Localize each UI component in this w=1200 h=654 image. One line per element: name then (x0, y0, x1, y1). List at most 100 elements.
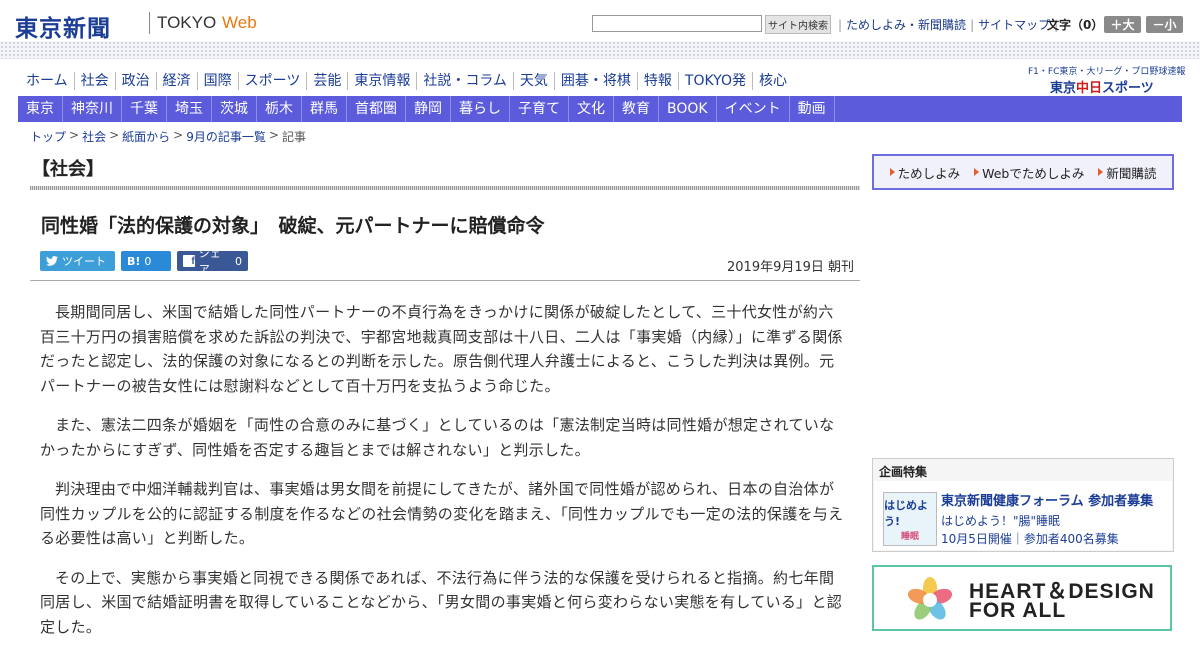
breadcrumb-current: 記事 (281, 130, 306, 144)
regional-nav: 東京 神奈川 千葉 埼玉 茨城 栃木 群馬 首都圏 静岡 暮らし 子育て 文化 … (18, 96, 1182, 122)
breadcrumb-separator: > (109, 128, 120, 142)
hatena-bookmark-button[interactable]: B! 0 (121, 251, 171, 271)
article-paragraph: 判決理由で中畑洋輔裁判官は、事実婚は男女間を前提にしてきたが、諸外国で同性婚が認… (40, 480, 844, 547)
subnav-tokyo[interactable]: 東京 (18, 96, 63, 122)
subnav-events[interactable]: イベント (717, 96, 790, 122)
web-trial-label: Webでためしよみ (982, 165, 1085, 181)
nav-home[interactable]: ホーム (20, 72, 74, 90)
site-search-button[interactable]: サイト内検索 (765, 15, 831, 34)
chunichi-sports-logo[interactable]: 東京中日スポーツ (1050, 77, 1154, 96)
breadcrumb-separator: > (69, 128, 80, 142)
facebook-icon: f (183, 255, 195, 267)
chunichi-sports-tagline[interactable]: F1・FC東京・大リーグ・プロ野球速報 (1028, 64, 1185, 77)
arrow-right-icon (974, 168, 980, 176)
article-paragraph: また、憲法二四条が婚姻を「両性の合意のみに基づく」としているのは「憲法制定当時は… (40, 416, 835, 459)
nav-sports[interactable]: スポーツ (237, 72, 307, 90)
trial-subscribe-link[interactable]: ためしよみ・新聞購読 (846, 16, 966, 33)
facebook-share-button[interactable]: f シェア 0 (177, 247, 248, 276)
subscribe-link[interactable]: 新聞購読 (1098, 163, 1156, 182)
nav-economy[interactable]: 経済 (155, 72, 197, 90)
tweet-button[interactable]: ツイート (40, 251, 115, 271)
breadcrumb-society[interactable]: 社会 (82, 128, 106, 145)
arrow-right-icon (889, 168, 895, 176)
trial-read-label: ためしよみ (897, 165, 961, 181)
link-separator: | (838, 17, 843, 32)
subnav-chiba[interactable]: 千葉 (122, 96, 167, 122)
thumb-line2: 睡眠 (900, 531, 919, 542)
heart-design-banner[interactable]: HEART＆DESIGN FOR ALL (872, 565, 1172, 631)
feature-subtitle[interactable]: はじめよう！"腸"睡眠 (941, 512, 1060, 529)
subnav-shizuoka[interactable]: 静岡 (406, 96, 451, 122)
logo-web-text[interactable]: Web (222, 13, 257, 33)
nav-society[interactable]: 社会 (73, 72, 115, 90)
site-logo[interactable]: 東京新聞 (15, 9, 111, 43)
nav-tokyo-hatsu[interactable]: TOKYO発 (677, 72, 752, 90)
nav-editorial[interactable]: 社説・コラム (416, 72, 513, 90)
subnav-video[interactable]: 動画 (790, 96, 835, 122)
nav-core[interactable]: 核心 (751, 72, 793, 90)
sitemap-link[interactable]: サイトマップ (978, 16, 1050, 33)
breadcrumb-print[interactable]: 紙面から (122, 128, 170, 145)
web-trial-link[interactable]: Webでためしよみ (974, 163, 1084, 182)
feature-title[interactable]: 東京新聞健康フォーラム 参加者募集 (941, 490, 1153, 509)
search-input[interactable] (592, 15, 762, 32)
subnav-living[interactable]: 暮らし (451, 96, 510, 122)
subnav-shutoken[interactable]: 首都圏 (347, 96, 406, 122)
font-size-label: 文字（0） (1047, 18, 1104, 32)
section-divider (30, 186, 860, 190)
subnav-education[interactable]: 教育 (614, 96, 659, 122)
feature-item[interactable]: はじめよう! 睡眠 東京新聞健康フォーラム 参加者募集 はじめよう！"腸"睡眠 … (874, 481, 1172, 550)
nav-world[interactable]: 国際 (196, 72, 238, 90)
breadcrumb-separator: > (268, 128, 279, 142)
chunichi-logo-red: 中日 (1076, 81, 1103, 96)
article-date: 2019年9月19日 朝刊 (727, 260, 855, 275)
chunichi-logo-prefix: 東京 (1050, 81, 1077, 96)
subnav-gunma[interactable]: 群馬 (302, 96, 347, 122)
tweet-label: ツイート (62, 255, 106, 268)
main-nav: ホーム 社会 政治 経済 国際 スポーツ 芸能 東京情報 社説・コラム 天気 囲… (20, 72, 793, 90)
breadcrumb-separator: > (173, 128, 184, 142)
subscribe-label: 新聞購読 (1106, 165, 1157, 181)
twitter-bird-icon (46, 256, 58, 266)
feature-box: 企画特集 はじめよう! 睡眠 東京新聞健康フォーラム 参加者募集 はじめよう！"… (872, 458, 1174, 552)
article-paragraph: その上で、実態から事実婚と同視できる関係であれば、不法行為に伴う法的な保護を受け… (40, 568, 843, 636)
feature-heading: 企画特集 (879, 465, 928, 479)
trial-read-link[interactable]: ためしよみ (889, 163, 961, 182)
breadcrumb-top[interactable]: トップ (30, 128, 66, 145)
hatena-count: 0 (144, 254, 152, 268)
subnav-saitama[interactable]: 埼玉 (167, 96, 212, 122)
nav-special-report[interactable]: 特報 (636, 72, 678, 90)
nav-weather[interactable]: 天気 (512, 72, 554, 90)
subnav-parenting[interactable]: 子育て (510, 96, 569, 122)
facebook-share-count: 0 (235, 254, 242, 268)
article-paragraph: 長期間同居し、米国で結婚した同性パートナーの不貞行為をきっかけに関係が破綻したと… (40, 303, 843, 395)
subnav-book[interactable]: BOOK (659, 96, 717, 122)
breadcrumb-monthly-list[interactable]: 9月の記事一覧 (186, 128, 266, 145)
subnav-kanagawa[interactable]: 神奈川 (63, 96, 122, 122)
banner-line2: FOR ALL (969, 599, 1067, 622)
heart-design-logo-icon (907, 577, 953, 620)
nav-go-shogi[interactable]: 囲碁・将棋 (553, 72, 637, 90)
hatena-b-icon: B! (127, 254, 141, 268)
nav-politics[interactable]: 政治 (114, 72, 156, 90)
subnav-culture[interactable]: 文化 (569, 96, 614, 122)
subnav-tochigi[interactable]: 栃木 (257, 96, 302, 122)
subscription-links-box: ためしよみ Webでためしよみ 新聞購読 (872, 154, 1174, 190)
font-larger-button[interactable]: ＋大 (1104, 16, 1141, 33)
font-smaller-button[interactable]: －小 (1146, 16, 1183, 33)
article-title: 同性婚「法的保護の対象」 破綻、元パートナーに賠償命令 (41, 215, 545, 237)
link-separator: | (970, 17, 975, 32)
logo-tokyo-text[interactable]: TOKYO (157, 13, 216, 33)
arrow-right-icon (1098, 168, 1104, 176)
nav-tokyo-info[interactable]: 東京情報 (347, 72, 416, 90)
feature-detail[interactable]: 10月5日開催｜参加者400名募集 (941, 530, 1119, 547)
subnav-ibaraki[interactable]: 茨城 (212, 96, 257, 122)
section-title: 【社会】 (32, 159, 104, 180)
feature-thumbnail[interactable]: はじめよう! 睡眠 (883, 492, 937, 546)
facebook-share-label: シェア (198, 247, 221, 276)
header-links: | ためしよみ・新聞購読 | サイトマップ | (838, 16, 1058, 33)
nav-entertainment[interactable]: 芸能 (306, 72, 347, 90)
article-header-divider (30, 280, 860, 281)
breadcrumb: トップ > 社会 > 紙面から > 9月の記事一覧 > 記事 (30, 128, 306, 145)
logo-divider (149, 12, 150, 34)
